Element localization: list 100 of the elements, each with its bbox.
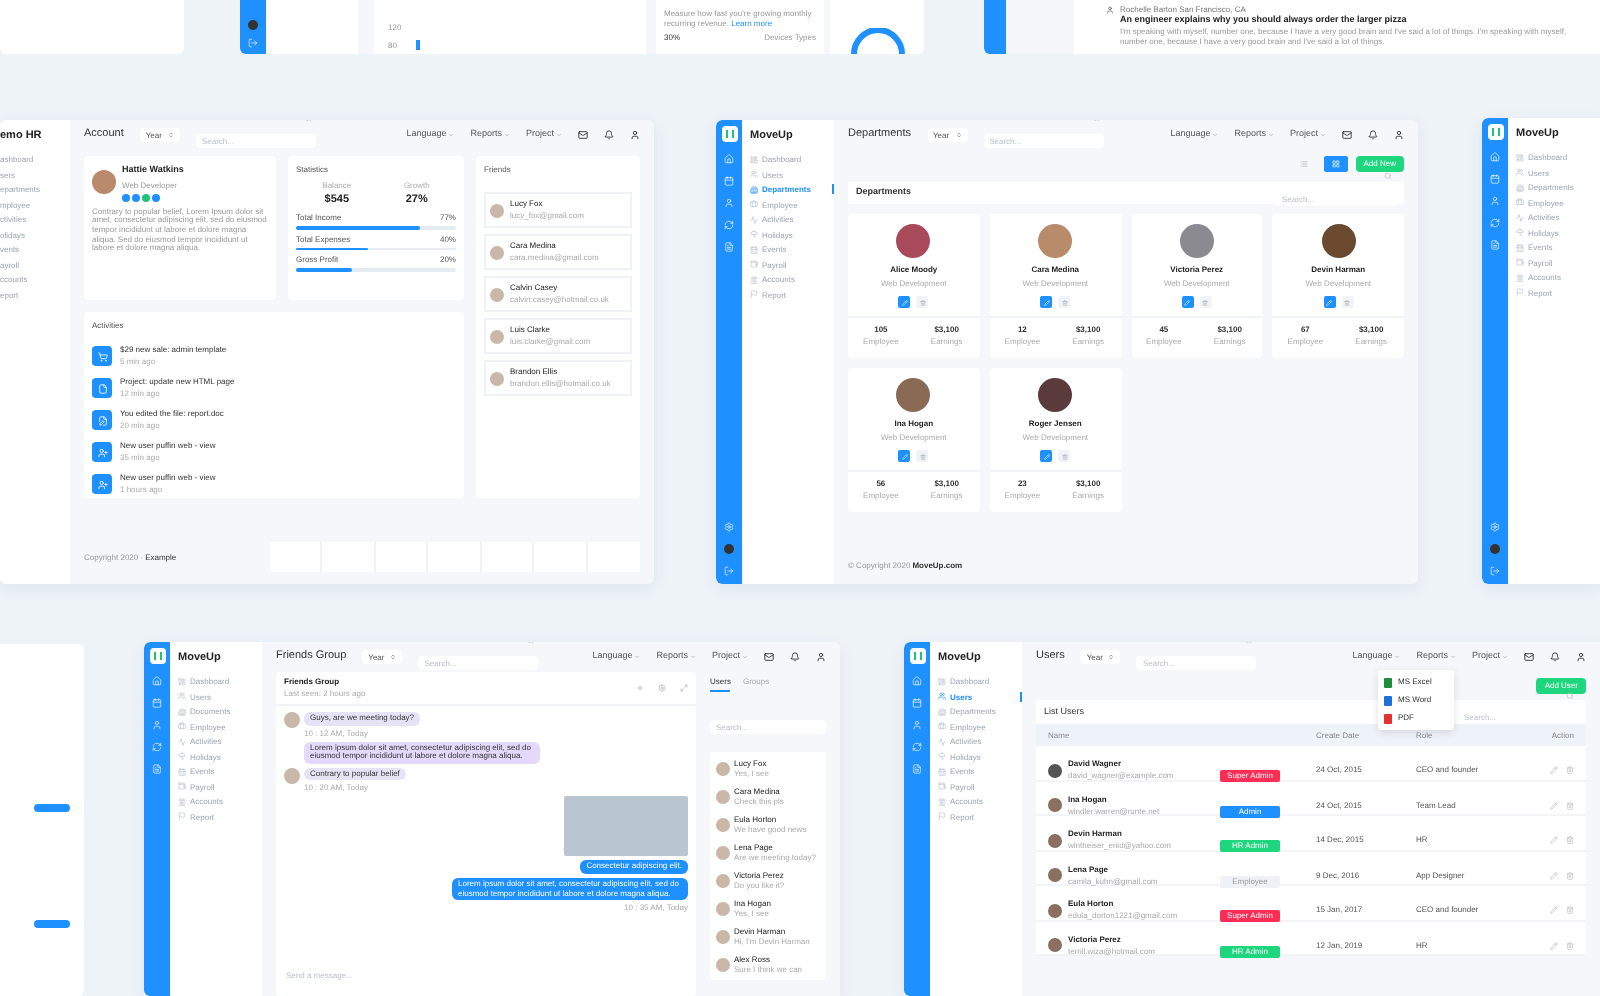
- avatar: [490, 203, 504, 217]
- edit-button[interactable]: [898, 450, 911, 462]
- avatar[interactable]: [248, 20, 258, 30]
- edit-button[interactable]: [1181, 296, 1194, 308]
- delete-icon[interactable]: [1566, 836, 1574, 844]
- nav-icon: [750, 185, 758, 193]
- delete-icon[interactable]: [1566, 906, 1574, 914]
- avatar: [1048, 798, 1062, 812]
- delete-button[interactable]: [916, 450, 929, 462]
- refresh-icon[interactable]: [912, 742, 922, 752]
- edit-icon[interactable]: [1550, 766, 1558, 774]
- edit-icon[interactable]: [1550, 941, 1558, 949]
- logout-icon[interactable]: [1490, 566, 1500, 576]
- grid-view-button[interactable]: [1323, 156, 1348, 172]
- add-user-icon: [97, 479, 107, 489]
- home-icon[interactable]: [1490, 152, 1500, 162]
- nav-icon: [938, 782, 946, 790]
- refresh-icon[interactable]: [724, 220, 734, 230]
- nav-icon: [938, 752, 946, 760]
- mail-icon[interactable]: [578, 130, 588, 140]
- home-icon[interactable]: [912, 676, 922, 686]
- avatar: [1048, 868, 1062, 882]
- bell-icon[interactable]: [604, 130, 614, 140]
- nav-icon: [938, 812, 946, 820]
- delete-icon[interactable]: [1566, 941, 1574, 949]
- list-icon: [1299, 160, 1308, 168]
- nav-icon: [750, 155, 758, 163]
- document-icon[interactable]: [912, 764, 922, 774]
- nav-icon: [938, 722, 946, 730]
- home-icon[interactable]: [152, 676, 162, 686]
- document-icon[interactable]: [1490, 240, 1500, 250]
- nav-icon: [1516, 228, 1524, 236]
- document-icon[interactable]: [152, 764, 162, 774]
- nav-icon: [750, 245, 758, 253]
- logo-icon: [721, 126, 737, 142]
- settings-icon[interactable]: [658, 684, 666, 692]
- refresh-icon[interactable]: [1490, 218, 1500, 228]
- pencil-icon: [1043, 453, 1050, 459]
- mail-icon[interactable]: [1524, 652, 1534, 662]
- edit-icon[interactable]: [1550, 906, 1558, 914]
- avatar: [92, 170, 116, 195]
- delete-button[interactable]: [1341, 296, 1354, 308]
- calendar-icon[interactable]: [152, 698, 162, 708]
- nav-icon: [178, 752, 186, 760]
- logout-icon[interactable]: [248, 38, 258, 48]
- edit-button[interactable]: [1323, 296, 1336, 308]
- avatar[interactable]: [724, 544, 734, 554]
- nav-icon: [1516, 183, 1524, 191]
- avatar: [1048, 833, 1062, 847]
- mail-icon[interactable]: [1342, 130, 1352, 140]
- nav-icon: [1516, 273, 1524, 281]
- edit-button[interactable]: [1040, 296, 1053, 308]
- avatar: [1048, 903, 1062, 917]
- calendar-icon[interactable]: [912, 698, 922, 708]
- logout-icon[interactable]: [724, 566, 734, 576]
- document-icon[interactable]: [724, 242, 734, 252]
- avatar: [1179, 224, 1214, 258]
- avatar[interactable]: [1490, 544, 1500, 554]
- user-icon[interactable]: [1394, 130, 1404, 140]
- user-icon[interactable]: [816, 652, 826, 662]
- delete-icon[interactable]: [1566, 766, 1574, 774]
- avatar: [1048, 938, 1062, 952]
- calendar-icon[interactable]: [1490, 174, 1500, 184]
- cart-icon: [97, 351, 107, 361]
- home-icon[interactable]: [724, 154, 734, 164]
- user-icon: [1106, 5, 1114, 13]
- bell-icon[interactable]: [1550, 652, 1560, 662]
- nav-icon: [1516, 168, 1524, 176]
- nav-icon: [750, 170, 758, 178]
- bell-icon[interactable]: [1368, 130, 1378, 140]
- nav-icon: [1516, 243, 1524, 251]
- calendar-icon[interactable]: [724, 176, 734, 186]
- edit-button[interactable]: [1040, 450, 1053, 462]
- delete-button[interactable]: [916, 296, 929, 308]
- nav-icon: [1516, 258, 1524, 266]
- bell-icon[interactable]: [790, 652, 800, 662]
- grid-icon: [1331, 160, 1340, 168]
- pencil-icon: [1043, 299, 1050, 305]
- delete-button[interactable]: [1058, 296, 1071, 308]
- refresh-icon[interactable]: [152, 742, 162, 752]
- edit-button[interactable]: [898, 296, 911, 308]
- status-pill: [34, 920, 70, 928]
- edit-icon[interactable]: [1550, 871, 1558, 879]
- edit-icon[interactable]: [1550, 801, 1558, 809]
- delete-button[interactable]: [1058, 450, 1071, 462]
- nav-icon: [750, 260, 758, 268]
- mail-icon[interactable]: [764, 652, 774, 662]
- edit-icon[interactable]: [1550, 836, 1558, 844]
- avatar: [1038, 378, 1073, 412]
- avatar: [896, 378, 931, 412]
- delete-icon[interactable]: [1566, 871, 1574, 879]
- avatar: [896, 224, 931, 258]
- user-icon[interactable]: [1576, 652, 1586, 662]
- avatar: [1038, 224, 1073, 258]
- delete-icon[interactable]: [1566, 801, 1574, 809]
- expand-icon[interactable]: [680, 684, 688, 692]
- logo-icon: [149, 648, 165, 664]
- delete-button[interactable]: [1199, 296, 1212, 308]
- nav-icon: [938, 677, 946, 685]
- user-icon[interactable]: [630, 130, 640, 140]
